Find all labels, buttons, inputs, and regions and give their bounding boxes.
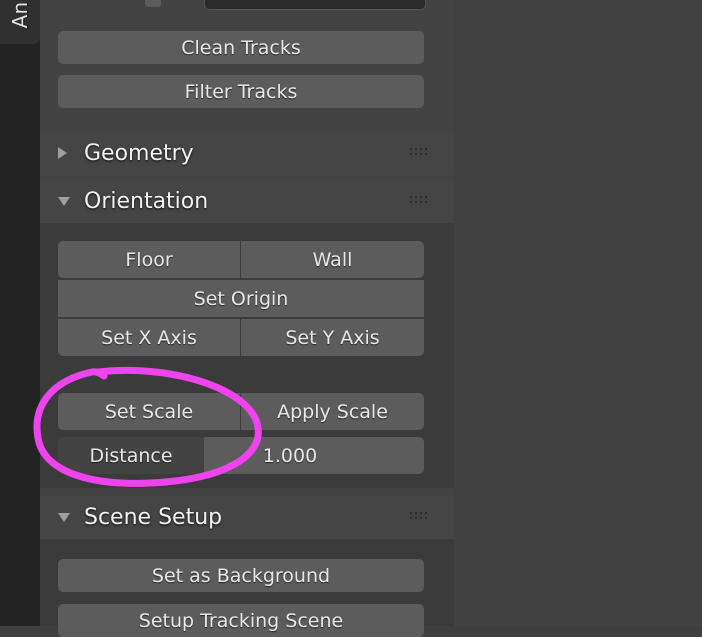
- section-title-scene-setup: Scene Setup: [84, 504, 223, 530]
- set-origin-button[interactable]: Set Origin: [58, 280, 424, 317]
- section-header-scene-setup[interactable]: Scene Setup: [40, 495, 454, 539]
- section-title-geometry: Geometry: [84, 140, 194, 166]
- apply-scale-button[interactable]: Apply Scale: [241, 393, 424, 430]
- set-x-axis-label: Set X Axis: [101, 326, 197, 349]
- floor-label: Floor: [125, 248, 173, 271]
- filter-tracks-button[interactable]: Filter Tracks: [58, 75, 424, 108]
- grip-dots-icon[interactable]: [410, 512, 428, 521]
- set-y-axis-button[interactable]: Set Y Axis: [241, 319, 424, 356]
- set-scale-label: Set Scale: [104, 400, 194, 423]
- set-scale-button[interactable]: Set Scale: [58, 393, 240, 430]
- triangle-down-icon: [58, 197, 70, 206]
- distance-value[interactable]: 1.000: [156, 437, 424, 474]
- set-y-axis-label: Set Y Axis: [285, 326, 380, 349]
- category-tab-rail: An: [0, 0, 40, 626]
- wall-label: Wall: [312, 248, 353, 271]
- set-x-axis-button[interactable]: Set X Axis: [58, 319, 240, 356]
- clean-tracks-label: Clean Tracks: [181, 36, 301, 59]
- triangle-right-icon: [58, 147, 67, 159]
- distance-field[interactable]: Distance 1.000: [58, 437, 424, 474]
- category-tab[interactable]: An: [0, 0, 40, 44]
- clean-tracks-button[interactable]: Clean Tracks: [58, 31, 424, 64]
- partial-row-top: [40, 0, 454, 18]
- grip-dots-icon[interactable]: [410, 148, 428, 157]
- grip-dots-icon[interactable]: [410, 196, 428, 205]
- movie-clip-editor-sidebar: An Clean Tracks Filter Tracks Geometry O…: [0, 0, 702, 637]
- category-tab-label: An: [8, 1, 32, 29]
- triangle-down-icon: [58, 513, 70, 522]
- setup-tracking-scene-label: Setup Tracking Scene: [138, 609, 344, 632]
- text-field-partial[interactable]: [204, 0, 426, 10]
- wall-button[interactable]: Wall: [241, 241, 424, 278]
- floor-button[interactable]: Floor: [58, 241, 240, 278]
- apply-scale-label: Apply Scale: [277, 400, 388, 423]
- filter-tracks-label: Filter Tracks: [184, 80, 298, 103]
- set-as-background-label: Set as Background: [151, 564, 331, 587]
- section-header-geometry[interactable]: Geometry: [40, 131, 454, 175]
- section-title-orientation: Orientation: [84, 188, 209, 214]
- properties-panel: Clean Tracks Filter Tracks Geometry Orie…: [40, 0, 454, 637]
- section-header-orientation[interactable]: Orientation: [40, 179, 454, 223]
- set-as-background-button[interactable]: Set as Background: [58, 559, 424, 592]
- setup-tracking-scene-button[interactable]: Setup Tracking Scene: [58, 604, 424, 637]
- set-origin-label: Set Origin: [193, 287, 289, 310]
- checkbox-partial[interactable]: [145, 0, 161, 7]
